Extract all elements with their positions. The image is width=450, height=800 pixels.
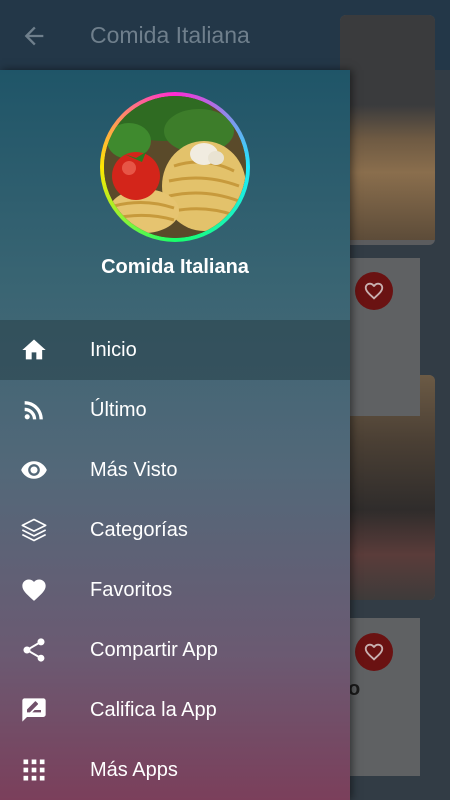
menu-item-califica-la-app[interactable]: Califica la App <box>0 680 350 740</box>
menu-item-compartir-app[interactable]: Compartir App <box>0 620 350 680</box>
menu-item-inicio[interactable]: Inicio <box>0 320 350 380</box>
arrow-back-icon[interactable] <box>20 22 48 50</box>
menu-item-categorias[interactable]: Categorías <box>0 500 350 560</box>
menu-item-mas-apps[interactable]: Más Apps <box>0 740 350 800</box>
navigation-drawer: Comida Italiana Inicio Último Más Visto … <box>0 70 350 800</box>
menu-item-mas-visto[interactable]: Más Visto <box>0 440 350 500</box>
heart-outline-icon <box>364 643 384 661</box>
app-logo <box>100 92 250 242</box>
menu-item-label: Favoritos <box>90 579 173 601</box>
rate-review-icon <box>20 696 48 724</box>
drawer-header: Comida Italiana <box>0 70 350 320</box>
drawer-menu: Inicio Último Más Visto Categorías Favor… <box>0 320 350 800</box>
menu-item-label: Inicio <box>90 339 137 361</box>
app-bar-title: Comida Italiana <box>90 22 250 48</box>
favorite-button[interactable] <box>355 272 393 310</box>
heart-outline-icon <box>364 282 384 300</box>
home-icon <box>20 336 48 364</box>
pasta-image <box>104 96 246 238</box>
menu-item-favoritos[interactable]: Favoritos <box>0 560 350 620</box>
drawer-header-title: Comida Italiana <box>101 256 249 278</box>
recipe-image <box>340 15 435 240</box>
rss-icon <box>20 396 48 424</box>
menu-item-label: Último <box>90 399 147 421</box>
menu-item-label: Compartir App <box>90 639 218 661</box>
menu-item-ultimo[interactable]: Último <box>0 380 350 440</box>
share-icon <box>20 636 48 664</box>
menu-item-label: Categorías <box>90 519 188 541</box>
recipe-card[interactable] <box>340 15 435 245</box>
layers-icon <box>20 516 48 544</box>
heart-icon <box>20 576 48 604</box>
menu-item-label: Más Visto <box>90 459 178 481</box>
menu-item-label: Más Apps <box>90 759 178 781</box>
favorite-button[interactable] <box>355 633 393 671</box>
eye-icon <box>20 456 48 484</box>
apps-grid-icon <box>20 756 48 784</box>
menu-item-label: Califica la App <box>90 699 217 721</box>
